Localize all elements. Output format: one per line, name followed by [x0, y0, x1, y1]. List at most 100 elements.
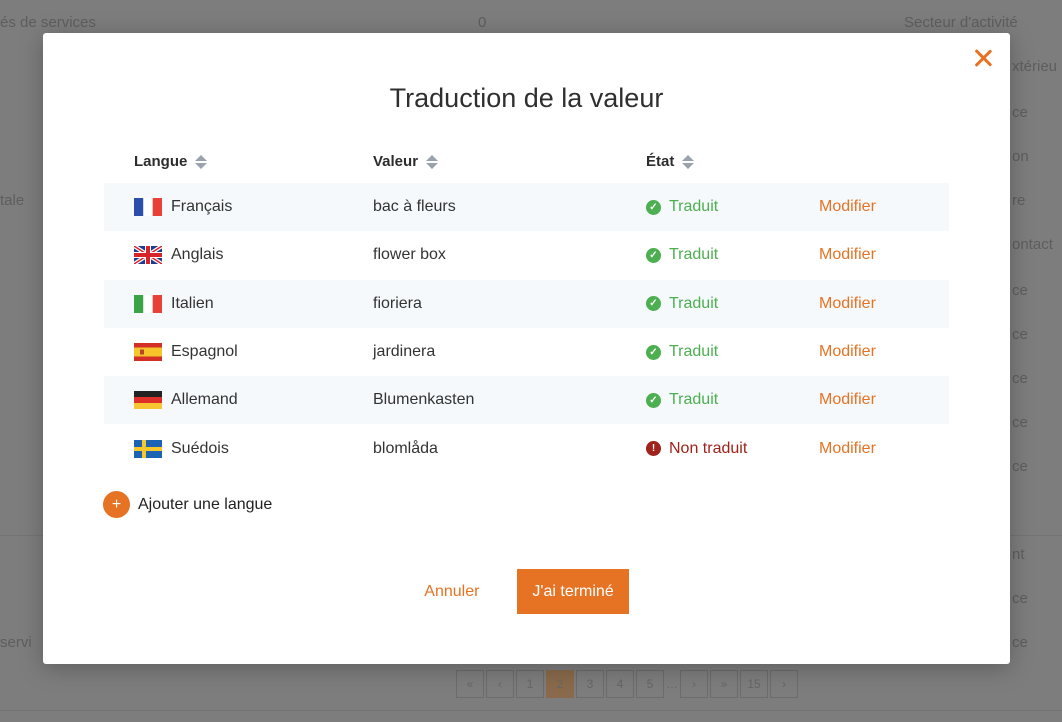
value-cell: jardinera — [373, 343, 436, 361]
translation-table: Langue Valeur État Français bac à fleurs — [104, 140, 949, 473]
language-name: Anglais — [171, 246, 224, 264]
table-row: Anglais flower box ✓ Traduit Modifier — [104, 231, 949, 279]
column-header-state[interactable]: État — [631, 153, 819, 170]
bg-text: nt — [1012, 546, 1025, 563]
bg-text: ce — [1012, 590, 1028, 607]
page-button: 3 — [576, 670, 604, 698]
action-cell: Modifier — [819, 343, 949, 361]
modify-link[interactable]: Modifier — [819, 391, 876, 409]
status-label: Traduit — [669, 198, 719, 216]
table-header: Langue Valeur État — [104, 140, 949, 183]
sort-icon — [682, 154, 695, 169]
language-name: Français — [171, 198, 233, 216]
action-cell: Modifier — [819, 246, 949, 264]
status-label: Traduit — [669, 391, 719, 409]
modal-footer: Annuler J'ai terminé — [43, 569, 1010, 614]
flag-spain-icon — [134, 343, 162, 362]
modify-link[interactable]: Modifier — [819, 295, 876, 313]
table-row: Italien fioriera ✓ Traduit Modifier — [104, 279, 949, 328]
page-button: 1 — [516, 670, 544, 698]
bg-text: on — [1012, 148, 1029, 165]
bg-text: 0 — [478, 14, 487, 31]
bg-text: ce — [1012, 370, 1028, 387]
bg-divider — [0, 710, 1062, 711]
language-name: Espagnol — [171, 343, 238, 361]
sort-icon — [195, 154, 208, 169]
bg-text: ce — [1012, 326, 1028, 343]
pagination: « ‹ 1 2 3 4 5 … › » 15 › — [456, 670, 798, 700]
page-prev-button: ‹ — [486, 670, 514, 698]
bg-text: ce — [1012, 634, 1028, 651]
value-cell: bac à fleurs — [373, 198, 456, 216]
status-label: Non traduit — [669, 439, 748, 457]
flag-italy-icon — [134, 294, 162, 313]
done-button[interactable]: J'ai terminé — [517, 569, 629, 614]
table-row: Espagnol jardinera ✓ Traduit Modifier — [104, 328, 949, 376]
page-next-button: › — [770, 670, 798, 698]
bg-text: Secteur d'activité — [904, 14, 1018, 31]
language-cell: Italien — [104, 294, 343, 313]
modify-link[interactable]: Modifier — [819, 440, 876, 458]
language-cell: Anglais — [104, 246, 343, 265]
column-label: Valeur — [373, 153, 419, 170]
exclamation-circle-icon: ! — [646, 441, 661, 457]
language-cell: Allemand — [104, 391, 343, 410]
language-cell: Espagnol — [104, 343, 343, 362]
status-badge: ✓ Traduit — [646, 198, 718, 216]
bg-text: servi — [0, 634, 32, 651]
sort-icon — [426, 154, 439, 169]
page-ellipsis: … — [666, 677, 678, 691]
flag-france-icon — [134, 198, 162, 217]
status-badge: ✓ Traduit — [646, 343, 718, 361]
flag-germany-icon — [134, 391, 162, 410]
page-button: 5 — [636, 670, 664, 698]
translation-modal: Traduction de la valeur Langue Valeur Ét… — [43, 33, 1010, 664]
table-row: Allemand Blumenkasten ✓ Traduit Modifier — [104, 376, 949, 425]
column-header-value[interactable]: Valeur — [343, 153, 631, 170]
modify-link[interactable]: Modifier — [819, 198, 876, 216]
language-cell: Français — [104, 198, 343, 217]
state-cell: ✓ Traduit — [631, 198, 819, 216]
add-language-label: Ajouter une langue — [138, 495, 273, 513]
modal-title: Traduction de la valeur — [389, 83, 664, 113]
modify-link[interactable]: Modifier — [819, 343, 876, 361]
page-button: 4 — [606, 670, 634, 698]
bg-text: és de services — [0, 14, 96, 31]
check-circle-icon: ✓ — [646, 296, 661, 312]
bg-text: ce — [1012, 104, 1028, 121]
cancel-button[interactable]: Annuler — [424, 583, 479, 601]
plus-circle-icon: + — [103, 491, 130, 518]
value-cell: blomlåda — [373, 439, 438, 457]
page-button-active: 2 — [546, 670, 574, 698]
language-name: Allemand — [171, 391, 238, 409]
modify-link[interactable]: Modifier — [819, 246, 876, 264]
flag-uk-icon — [134, 246, 162, 265]
language-name: Suédois — [171, 439, 229, 457]
check-circle-icon: ✓ — [646, 344, 661, 360]
table-row: Suédois blomlåda ! Non traduit Modifier — [104, 424, 949, 472]
status-label: Traduit — [669, 343, 719, 361]
status-badge: ✓ Traduit — [646, 246, 718, 264]
language-name: Italien — [171, 294, 214, 312]
close-icon[interactable] — [970, 45, 996, 71]
page-last-button: » — [710, 670, 738, 698]
status-label: Traduit — [669, 246, 719, 264]
column-header-language[interactable]: Langue — [104, 153, 343, 170]
action-cell: Modifier — [819, 295, 949, 313]
page-next-button: › — [680, 670, 708, 698]
add-language-button[interactable]: + Ajouter une langue — [103, 491, 272, 518]
column-label: État — [646, 153, 675, 170]
state-cell: ✓ Traduit — [631, 246, 819, 264]
value-cell: Blumenkasten — [373, 391, 475, 409]
status-badge: ! Non traduit — [646, 440, 747, 458]
check-circle-icon: ✓ — [646, 392, 661, 408]
bg-text: ce — [1012, 458, 1028, 475]
state-cell: ! Non traduit — [631, 440, 819, 458]
status-label: Traduit — [669, 294, 719, 312]
state-cell: ✓ Traduit — [631, 343, 819, 361]
action-cell: Modifier — [819, 198, 949, 216]
status-badge: ✓ Traduit — [646, 391, 718, 409]
bg-text: ce — [1012, 282, 1028, 299]
bg-text: xtérieu — [1012, 58, 1058, 75]
column-label: Langue — [134, 153, 188, 170]
